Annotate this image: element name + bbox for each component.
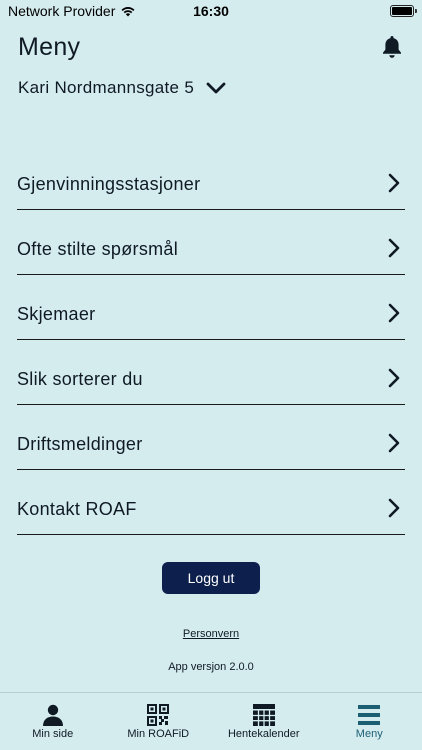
calendar-grid-icon bbox=[252, 704, 275, 726]
menu-item-label: Ofte stilte spørsmål bbox=[17, 239, 179, 259]
person-icon bbox=[42, 704, 63, 726]
status-bar: Network Provider 16:30 bbox=[0, 0, 422, 22]
address-selector[interactable]: Kari Nordmannsgate 5 bbox=[18, 78, 226, 98]
tab-meny[interactable]: Meny bbox=[317, 693, 422, 750]
tab-label: Min ROAFiD bbox=[127, 728, 190, 740]
tab-label: Meny bbox=[355, 728, 383, 740]
menu-item-driftsmeldinger[interactable]: Driftsmeldinger bbox=[17, 405, 405, 470]
status-time: 16:30 bbox=[193, 3, 229, 19]
privacy-link[interactable]: Personvern bbox=[0, 628, 422, 640]
chevron-right-icon bbox=[388, 238, 400, 258]
page-title: Meny bbox=[18, 33, 81, 61]
menu-list: Gjenvinningsstasjoner Ofte stilte spørsm… bbox=[17, 145, 405, 535]
menu-item-skjemaer[interactable]: Skjemaer bbox=[17, 275, 405, 340]
chevron-down-icon bbox=[206, 82, 226, 94]
chevron-right-icon bbox=[388, 433, 400, 453]
menu-icon bbox=[358, 705, 381, 725]
chevron-right-icon bbox=[388, 498, 400, 518]
tab-bar: Min side Min ROAFiD Hentekalender Meny bbox=[0, 692, 422, 750]
menu-item-contact[interactable]: Kontakt ROAF bbox=[17, 470, 405, 535]
menu-item-label: Kontakt ROAF bbox=[17, 499, 137, 519]
chevron-right-icon bbox=[388, 368, 400, 388]
logout-button[interactable]: Logg ut bbox=[162, 562, 260, 594]
tab-hentekalender[interactable]: Hentekalender bbox=[211, 693, 317, 750]
menu-item-sorting-guide[interactable]: Slik sorterer du bbox=[17, 340, 405, 405]
menu-item-gjenvinningsstasjoner[interactable]: Gjenvinningsstasjoner bbox=[17, 145, 405, 210]
notification-bell-icon[interactable] bbox=[380, 34, 404, 60]
address-label: Kari Nordmannsgate 5 bbox=[18, 78, 195, 97]
tab-min-roafid[interactable]: Min ROAFiD bbox=[106, 693, 212, 750]
menu-item-faq[interactable]: Ofte stilte spørsmål bbox=[17, 210, 405, 275]
chevron-right-icon bbox=[388, 303, 400, 323]
tab-label: Hentekalender bbox=[227, 728, 300, 740]
qr-code-icon bbox=[147, 704, 170, 726]
battery-icon bbox=[390, 5, 417, 17]
chevron-right-icon bbox=[388, 173, 400, 193]
menu-item-label: Slik sorterer du bbox=[17, 369, 143, 389]
menu-item-label: Skjemaer bbox=[17, 304, 96, 324]
tab-label: Min side bbox=[32, 728, 74, 740]
tab-min-side[interactable]: Min side bbox=[0, 693, 106, 750]
menu-item-label: Gjenvinningsstasjoner bbox=[17, 174, 201, 194]
app-version: App versjon 2.0.0 bbox=[168, 661, 254, 673]
menu-item-label: Driftsmeldinger bbox=[17, 434, 143, 454]
